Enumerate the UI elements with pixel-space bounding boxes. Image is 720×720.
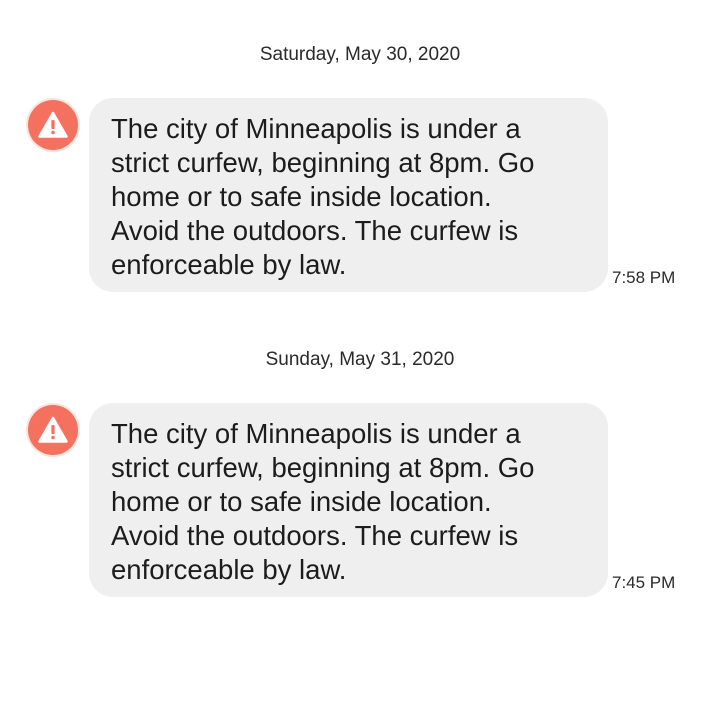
message-line: home or to safe inside location. xyxy=(111,181,492,212)
message-line: The city of Minneapolis is under a xyxy=(111,113,521,144)
message-line: Avoid the outdoors. The curfew is xyxy=(111,215,519,246)
message-line: strict curfew, beginning at 8pm. Go xyxy=(111,147,535,178)
message-line: The city of Minneapolis is under a xyxy=(111,418,521,449)
warning-icon xyxy=(28,405,78,455)
message-line: enforceable by law. xyxy=(111,554,347,585)
message-line: strict curfew, beginning at 8pm. Go xyxy=(111,452,535,483)
message-line: enforceable by law. xyxy=(111,249,347,280)
message-thread: Saturday, May 30, 2020 The city of Minne… xyxy=(0,0,720,720)
date-header: Saturday, May 30, 2020 xyxy=(259,44,461,65)
message-timestamp: 7:45 PM xyxy=(612,573,676,592)
alert-avatar xyxy=(26,98,80,152)
message-text: The city of Minneapolis is under a stric… xyxy=(111,112,588,282)
message-bubble[interactable]: The city of Minneapolis is under a stric… xyxy=(89,98,608,292)
alert-avatar xyxy=(26,403,80,457)
warning-icon xyxy=(28,100,78,150)
message-line: Avoid the outdoors. The curfew is xyxy=(111,520,519,551)
date-header: Sunday, May 31, 2020 xyxy=(265,349,455,370)
message-timestamp: 7:58 PM xyxy=(612,268,676,287)
message-bubble[interactable]: The city of Minneapolis is under a stric… xyxy=(89,403,608,597)
message-text: The city of Minneapolis is under a stric… xyxy=(111,417,588,587)
message-line: home or to safe inside location. xyxy=(111,486,492,517)
